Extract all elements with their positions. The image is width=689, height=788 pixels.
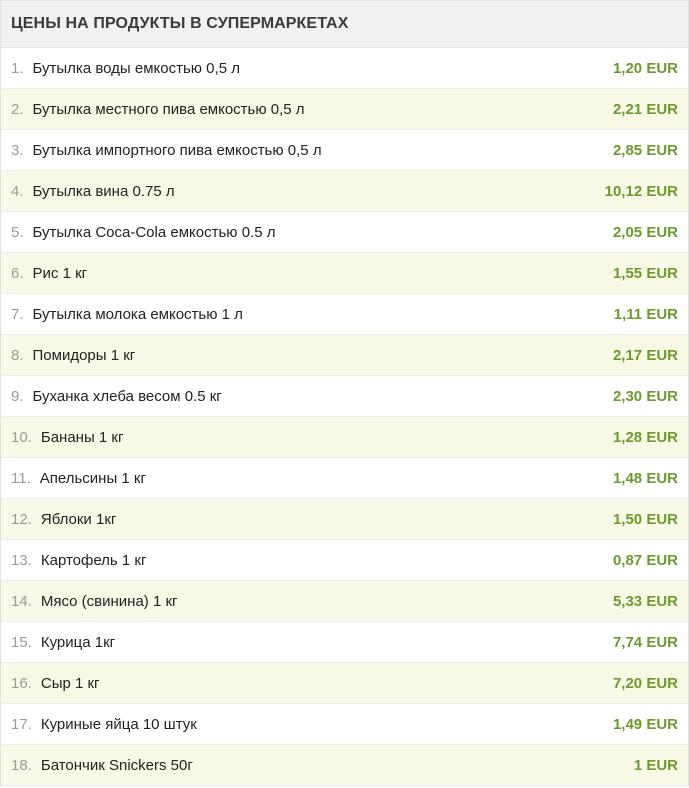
product-name: Сыр 1 кг bbox=[40, 674, 100, 692]
row-label: 6. Рис 1 кг bbox=[11, 265, 87, 282]
row-number: 5. bbox=[11, 223, 24, 241]
row-label: 14. Мясо (свинина) 1 кг bbox=[11, 593, 178, 610]
table-row: 1. Бутылка воды емкостью 0,5 л 1,20 EUR bbox=[1, 48, 688, 89]
product-price: 1,20 EUR bbox=[612, 59, 678, 77]
row-label: 16. Сыр 1 кг bbox=[11, 675, 100, 692]
row-number: 2. bbox=[11, 100, 24, 118]
table-row: 16. Сыр 1 кг 7,20 EUR bbox=[1, 663, 688, 704]
row-label: 12. Яблоки 1кг bbox=[11, 511, 116, 528]
product-name: Картофель 1 кг bbox=[40, 551, 147, 569]
row-label: 17. Куриные яйца 10 штук bbox=[11, 716, 197, 733]
product-price: 7,20 EUR bbox=[612, 674, 678, 692]
row-label: 5. Бутылка Coca-Cola емкостью 0.5 л bbox=[11, 224, 275, 241]
product-price: 1,55 EUR bbox=[612, 264, 678, 282]
product-name: Мясо (свинина) 1 кг bbox=[40, 592, 178, 610]
page-title: ЦЕНЫ НА ПРОДУКТЫ В СУПЕРМАРКЕТАХ bbox=[11, 15, 349, 32]
table-row: 8. Помидоры 1 кг 2,17 EUR bbox=[1, 335, 688, 376]
table-row: 10. Бананы 1 кг 1,28 EUR bbox=[1, 417, 688, 458]
row-number: 3. bbox=[11, 141, 24, 159]
product-name: Батончик Snickers 50г bbox=[40, 756, 193, 774]
table-row: 9. Буханка хлеба весом 0.5 кг 2,30 EUR bbox=[1, 376, 688, 417]
price-table: ЦЕНЫ НА ПРОДУКТЫ В СУПЕРМАРКЕТАХ 1. Буты… bbox=[0, 0, 689, 786]
row-label: 10. Бананы 1 кг bbox=[11, 429, 123, 446]
row-number: 14. bbox=[11, 592, 32, 610]
product-price: 10,12 EUR bbox=[604, 182, 678, 200]
row-label: 3. Бутылка импортного пива емкостью 0,5 … bbox=[11, 142, 322, 159]
product-name: Курица 1кг bbox=[40, 633, 116, 651]
product-name: Буханка хлеба весом 0.5 кг bbox=[32, 387, 222, 405]
table-row: 12. Яблоки 1кг 1,50 EUR bbox=[1, 499, 688, 540]
row-number: 6. bbox=[11, 264, 24, 282]
product-price: 1,49 EUR bbox=[612, 715, 678, 733]
table-row: 5. Бутылка Coca-Cola емкостью 0.5 л 2,05… bbox=[1, 212, 688, 253]
product-price: 2,17 EUR bbox=[612, 346, 678, 364]
row-label: 4. Бутылка вина 0.75 л bbox=[11, 183, 175, 200]
product-name: Рис 1 кг bbox=[32, 264, 88, 282]
table-row: 7. Бутылка молока емкостью 1 л 1,11 EUR bbox=[1, 294, 688, 335]
row-number: 9. bbox=[11, 387, 24, 405]
table-row: 13. Картофель 1 кг 0,87 EUR bbox=[1, 540, 688, 581]
product-name: Бутылка импортного пива емкостью 0,5 л bbox=[32, 141, 322, 159]
table-header: ЦЕНЫ НА ПРОДУКТЫ В СУПЕРМАРКЕТАХ bbox=[1, 0, 688, 48]
product-price: 5,33 EUR bbox=[612, 592, 678, 610]
product-name: Бананы 1 кг bbox=[40, 428, 124, 446]
product-price: 2,05 EUR bbox=[612, 223, 678, 241]
product-name: Бутылка воды емкостью 0,5 л bbox=[32, 59, 240, 77]
row-label: 2. Бутылка местного пива емкостью 0,5 л bbox=[11, 101, 305, 118]
product-price: 1 EUR bbox=[633, 756, 678, 774]
table-row: 14. Мясо (свинина) 1 кг 5,33 EUR bbox=[1, 581, 688, 622]
row-number: 8. bbox=[11, 346, 24, 364]
product-name: Апельсины 1 кг bbox=[39, 469, 146, 487]
row-number: 13. bbox=[11, 551, 32, 569]
product-price: 2,30 EUR bbox=[612, 387, 678, 405]
row-label: 7. Бутылка молока емкостью 1 л bbox=[11, 306, 243, 323]
product-price: 2,85 EUR bbox=[612, 141, 678, 159]
table-row: 6. Рис 1 кг 1,55 EUR bbox=[1, 253, 688, 294]
row-label: 15. Курица 1кг bbox=[11, 634, 115, 651]
product-name: Бутылка Coca-Cola емкостью 0.5 л bbox=[32, 223, 276, 241]
product-name: Куриные яйца 10 штук bbox=[40, 715, 197, 733]
product-name: Яблоки 1кг bbox=[40, 510, 117, 528]
row-number: 18. bbox=[11, 756, 32, 774]
row-number: 16. bbox=[11, 674, 32, 692]
row-number: 12. bbox=[11, 510, 32, 528]
product-name: Помидоры 1 кг bbox=[32, 346, 136, 364]
row-number: 10. bbox=[11, 428, 32, 446]
product-name: Бутылка вина 0.75 л bbox=[32, 182, 175, 200]
row-number: 4. bbox=[11, 182, 24, 200]
row-number: 1. bbox=[11, 59, 24, 77]
product-price: 2,21 EUR bbox=[612, 100, 678, 118]
product-price: 1,11 EUR bbox=[613, 305, 678, 323]
table-row: 4. Бутылка вина 0.75 л 10,12 EUR bbox=[1, 171, 688, 212]
product-price: 1,48 EUR bbox=[612, 469, 678, 487]
product-name: Бутылка молока емкостью 1 л bbox=[32, 305, 243, 323]
table-row: 2. Бутылка местного пива емкостью 0,5 л … bbox=[1, 89, 688, 130]
row-number: 17. bbox=[11, 715, 32, 733]
product-price: 7,74 EUR bbox=[612, 633, 678, 651]
row-label: 13. Картофель 1 кг bbox=[11, 552, 146, 569]
row-label: 11. Апельсины 1 кг bbox=[11, 470, 146, 487]
row-label: 8. Помидоры 1 кг bbox=[11, 347, 135, 364]
table-row: 15. Курица 1кг 7,74 EUR bbox=[1, 622, 688, 663]
table-row: 3. Бутылка импортного пива емкостью 0,5 … bbox=[1, 130, 688, 171]
row-number: 15. bbox=[11, 633, 32, 651]
product-name: Бутылка местного пива емкостью 0,5 л bbox=[32, 100, 305, 118]
product-price: 0,87 EUR bbox=[612, 551, 678, 569]
row-number: 7. bbox=[11, 305, 24, 323]
product-price: 1,28 EUR bbox=[612, 428, 678, 446]
row-label: 1. Бутылка воды емкостью 0,5 л bbox=[11, 60, 240, 77]
table-row: 17. Куриные яйца 10 штук 1,49 EUR bbox=[1, 704, 688, 745]
table-row: 11. Апельсины 1 кг 1,48 EUR bbox=[1, 458, 688, 499]
row-label: 18. Батончик Snickers 50г bbox=[11, 757, 193, 774]
row-number: 11. bbox=[11, 469, 31, 487]
product-price: 1,50 EUR bbox=[612, 510, 678, 528]
table-row: 18. Батончик Snickers 50г 1 EUR bbox=[1, 745, 688, 786]
row-label: 9. Буханка хлеба весом 0.5 кг bbox=[11, 388, 222, 405]
